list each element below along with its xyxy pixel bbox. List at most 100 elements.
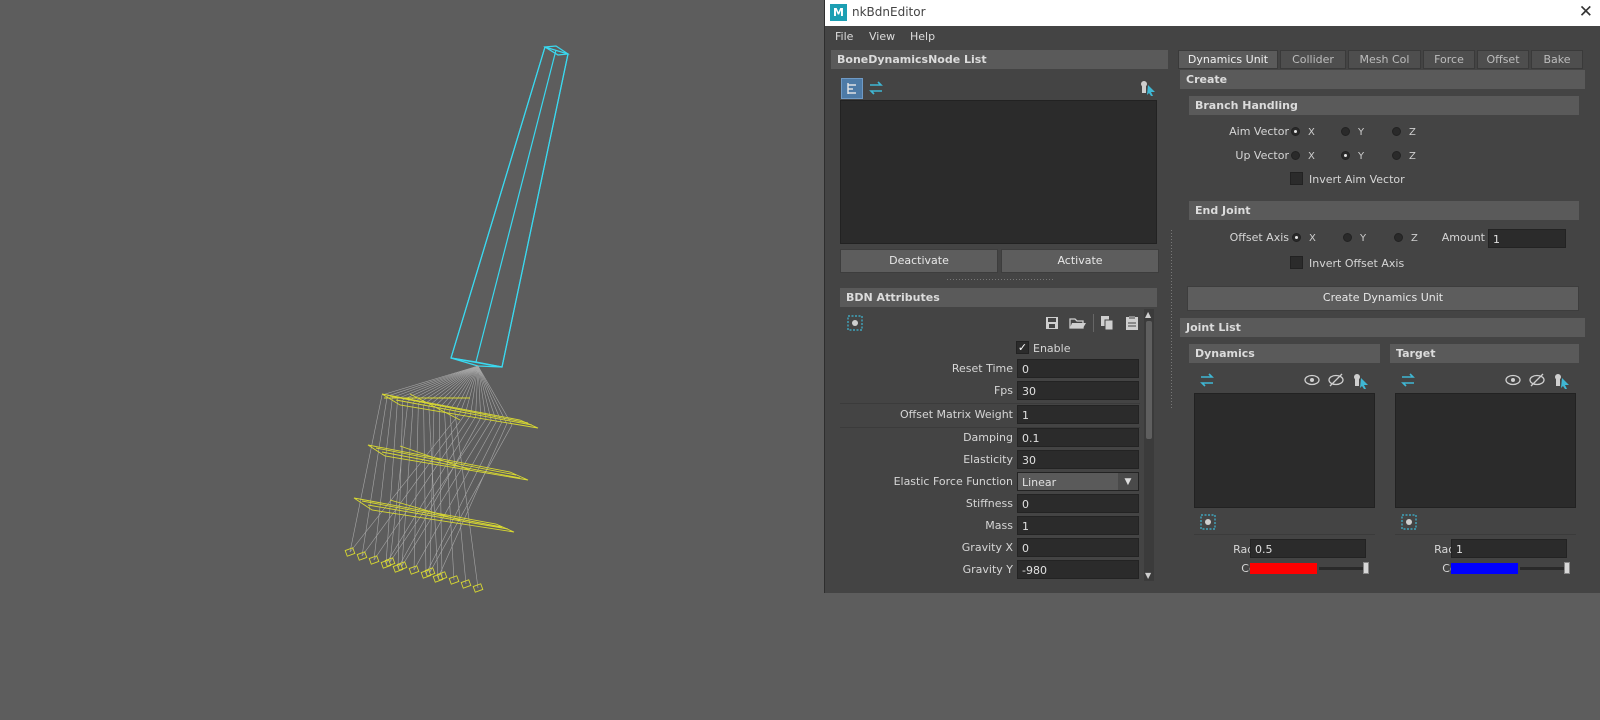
menu-file[interactable]: File xyxy=(835,30,853,43)
amount-field[interactable]: 1 xyxy=(1488,229,1566,248)
copy-icon[interactable] xyxy=(1099,315,1115,331)
bdn-attributes-header: BDN Attributes xyxy=(840,288,1157,307)
save-icon[interactable] xyxy=(1044,315,1060,331)
bdn-list-header: BoneDynamicsNode List xyxy=(831,50,1168,69)
bdn-list-box[interactable] xyxy=(840,100,1157,244)
up-x-label: X xyxy=(1308,151,1315,162)
attr-field[interactable]: 30 xyxy=(1017,450,1139,469)
offset-z-radio[interactable] xyxy=(1394,233,1403,242)
open-folder-icon[interactable] xyxy=(1069,315,1086,331)
chevron-down-icon[interactable]: ▼ xyxy=(1118,473,1138,490)
select-in-scene-icon[interactable] xyxy=(1139,79,1155,96)
attr-field[interactable]: -980 xyxy=(1017,560,1139,579)
hierarchy-select-icon[interactable] xyxy=(841,78,863,99)
target-color-swatch[interactable] xyxy=(1451,563,1518,574)
offset-y-radio[interactable] xyxy=(1343,233,1352,242)
aim-z-radio[interactable] xyxy=(1392,127,1401,136)
attr-field[interactable]: 1 xyxy=(1017,405,1139,424)
splitter-handle[interactable] xyxy=(947,279,1053,280)
attr-label: Gravity Y xyxy=(962,563,1013,576)
aim-y-radio[interactable] xyxy=(1341,127,1350,136)
menu-bar: File View Help xyxy=(825,26,1600,48)
aim-x-radio[interactable] xyxy=(1291,127,1300,136)
target-select-node-icon[interactable] xyxy=(1401,514,1417,530)
activate-button[interactable]: Activate xyxy=(1001,249,1159,273)
dynamics-list-box[interactable] xyxy=(1194,393,1375,508)
amount-label: Amount xyxy=(1441,231,1485,244)
aim-y-label: Y xyxy=(1358,127,1365,138)
attributes-scrollbar[interactable]: ▲ ▼ xyxy=(1144,309,1154,581)
dynamics-select-icon[interactable] xyxy=(1352,372,1368,389)
dynamics-color-slider[interactable] xyxy=(1319,567,1369,570)
target-hide-icon[interactable] xyxy=(1528,372,1545,388)
enable-checkbox[interactable]: ✓ xyxy=(1016,341,1029,354)
invert-offset-checkbox[interactable] xyxy=(1290,256,1303,269)
target-color-slider[interactable] xyxy=(1520,567,1570,570)
select-node-icon[interactable] xyxy=(847,315,863,331)
rig-wireframe xyxy=(344,45,570,593)
attr-field[interactable]: 30 xyxy=(1017,381,1139,400)
dynamics-select-node-icon[interactable] xyxy=(1200,514,1216,530)
up-x-radio[interactable] xyxy=(1291,151,1300,160)
scroll-thumb[interactable] xyxy=(1146,321,1152,439)
attr-label: Gravity X xyxy=(961,541,1013,554)
target-select-icon[interactable] xyxy=(1553,372,1569,389)
invert-aim-checkbox[interactable] xyxy=(1290,172,1303,185)
paste-icon[interactable] xyxy=(1124,315,1140,331)
refresh-swap-icon[interactable] xyxy=(868,80,884,96)
up-y-radio[interactable] xyxy=(1341,151,1350,160)
target-swap-icon[interactable] xyxy=(1400,372,1416,388)
tab-collider[interactable]: Collider xyxy=(1280,50,1346,69)
attr-field[interactable]: 1 xyxy=(1017,516,1139,535)
deactivate-button[interactable]: Deactivate xyxy=(840,249,998,273)
target-list-box[interactable] xyxy=(1395,393,1576,508)
target-divider xyxy=(1395,534,1576,535)
vertical-splitter[interactable] xyxy=(1171,230,1172,410)
create-dynamics-unit-button[interactable]: Create Dynamics Unit xyxy=(1187,286,1579,311)
target-color-slider-handle[interactable] xyxy=(1564,562,1570,574)
tab-force[interactable]: Force xyxy=(1423,50,1475,69)
tab-mesh-col[interactable]: Mesh Col xyxy=(1348,50,1421,69)
aim-vector-label: Aim Vector xyxy=(1229,125,1289,138)
tab-bake[interactable]: Bake xyxy=(1531,50,1583,69)
target-show-icon[interactable] xyxy=(1504,372,1521,388)
attr-field[interactable]: 0 xyxy=(1017,359,1139,378)
offset-x-label: X xyxy=(1309,233,1316,244)
branch-handling-header: Branch Handling xyxy=(1189,96,1579,115)
maya-logo-icon: M xyxy=(830,4,847,21)
nkbdneditor-window: M nkBdnEditor ✕ File View Help BoneDynam… xyxy=(824,0,1600,593)
dynamics-show-icon[interactable] xyxy=(1303,372,1320,388)
offset-x-radio[interactable] xyxy=(1292,233,1301,242)
dropdown-value: Linear xyxy=(1022,476,1057,489)
aim-z-label: Z xyxy=(1409,127,1416,138)
elastic-force-dropdown[interactable]: Linear ▼ xyxy=(1017,472,1139,491)
attr-label: Offset Matrix Weight xyxy=(900,408,1013,421)
up-y-label: Y xyxy=(1358,151,1365,162)
tab-offset[interactable]: Offset xyxy=(1477,50,1529,69)
menu-view[interactable]: View xyxy=(869,30,895,43)
aim-x-label: X xyxy=(1308,127,1315,138)
scroll-down-icon[interactable]: ▼ xyxy=(1145,571,1151,580)
dynamics-color-swatch[interactable] xyxy=(1250,563,1317,574)
menu-help[interactable]: Help xyxy=(910,30,935,43)
scroll-up-icon[interactable]: ▲ xyxy=(1145,310,1151,319)
offset-axis-label: Offset Axis xyxy=(1229,231,1289,244)
enable-label: Enable xyxy=(1033,342,1071,355)
target-header: Target xyxy=(1390,344,1579,363)
up-vector-label: Up Vector xyxy=(1235,149,1289,162)
attr-field[interactable]: 0 xyxy=(1017,494,1139,513)
up-z-radio[interactable] xyxy=(1392,151,1401,160)
offset-z-label: Z xyxy=(1411,233,1418,244)
attr-label: Fps xyxy=(993,384,1013,397)
dynamics-hide-icon[interactable] xyxy=(1327,372,1344,388)
tab-dynamics-unit[interactable]: Dynamics Unit xyxy=(1178,50,1278,69)
attr-field[interactable]: 0.1 xyxy=(1017,428,1139,447)
attr-field[interactable]: 0 xyxy=(1017,538,1139,557)
bristle-joints xyxy=(349,365,513,589)
dynamics-color-slider-handle[interactable] xyxy=(1363,562,1369,574)
target-radius-field[interactable]: 1 xyxy=(1451,539,1567,558)
dynamics-radius-field[interactable]: 0.5 xyxy=(1250,539,1366,558)
title-bar: M nkBdnEditor ✕ xyxy=(825,0,1600,26)
close-icon[interactable]: ✕ xyxy=(1579,2,1593,22)
dynamics-swap-icon[interactable] xyxy=(1199,372,1215,388)
